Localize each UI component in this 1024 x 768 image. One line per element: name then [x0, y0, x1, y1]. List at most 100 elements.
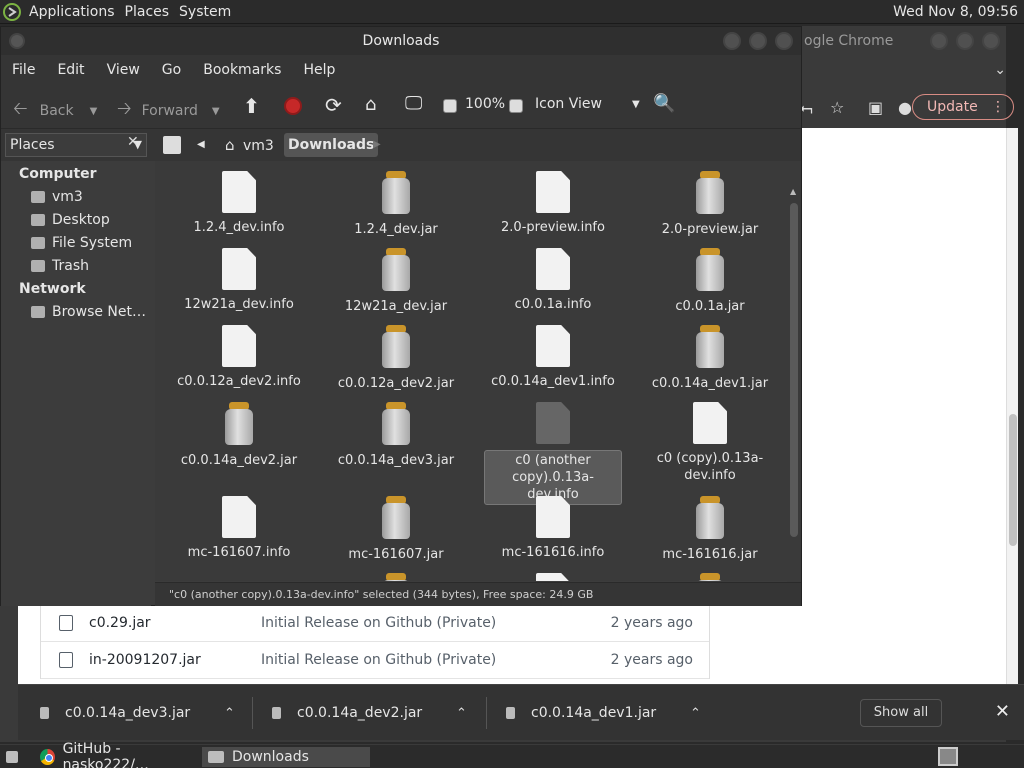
- jar-icon: [695, 573, 725, 581]
- sidebar-item-file-system[interactable]: File System: [31, 235, 132, 251]
- chevron-down-icon[interactable]: ▼: [212, 106, 220, 117]
- chevron-up-icon[interactable]: ⌃: [224, 706, 235, 721]
- show-desktop-icon[interactable]: [0, 747, 26, 767]
- up-button[interactable]: ⬆: [243, 94, 260, 118]
- sidebar-item-vm3[interactable]: vm3: [31, 189, 83, 205]
- path-back-arrow-icon[interactable]: ◀: [197, 133, 205, 157]
- file-item-partial[interactable]: [316, 573, 476, 581]
- stop-button[interactable]: [284, 97, 302, 115]
- file-grid-scrollbar[interactable]: ▲ ▼: [787, 187, 801, 605]
- commit-message-link[interactable]: Initial Release on Github (Private): [261, 652, 496, 668]
- window-menu-icon[interactable]: [9, 33, 25, 49]
- search-button[interactable]: 🔍: [653, 93, 675, 114]
- clock[interactable]: Wed Nov 8, 09:56: [893, 4, 1018, 20]
- bookmark-star-icon[interactable]: ☆: [830, 98, 844, 117]
- file-item-selected[interactable]: c0 (another copy).0.13a-dev.info: [473, 402, 633, 505]
- file-item[interactable]: 1.2.4_dev.info: [159, 171, 319, 236]
- close-icon[interactable]: ✕: [995, 701, 1010, 722]
- menu-help[interactable]: Help: [292, 62, 346, 78]
- minimize-icon[interactable]: [723, 32, 741, 50]
- file-item[interactable]: c0.0.12a_dev2.jar: [316, 325, 476, 392]
- file-manager-titlebar[interactable]: Downloads: [1, 27, 801, 55]
- table-row[interactable]: in-20091207.jar Initial Release on Githu…: [41, 642, 709, 679]
- file-item[interactable]: mc-161616.jar: [630, 496, 790, 563]
- profile-avatar-icon[interactable]: ●: [898, 98, 912, 117]
- computer-button[interactable]: 🖵: [405, 93, 422, 114]
- more-menu-icon[interactable]: ⋮: [991, 95, 1005, 119]
- chevron-up-icon[interactable]: ⌃: [456, 706, 467, 721]
- view-mode-select[interactable]: Icon View ▼: [535, 96, 640, 112]
- jar-icon: [381, 248, 411, 292]
- side-panel-icon[interactable]: ▣: [868, 98, 883, 117]
- update-button[interactable]: Update ⋮: [912, 94, 1014, 120]
- back-button[interactable]: 🡠 Back ▼: [13, 96, 97, 126]
- taskbar-item-downloads[interactable]: Downloads: [202, 747, 370, 767]
- download-item[interactable]: c0.0.14a_dev3.jar ⌃: [40, 685, 250, 741]
- edit-location-icon[interactable]: [163, 136, 181, 154]
- menu-edit[interactable]: Edit: [46, 62, 95, 78]
- home-button[interactable]: ⌂: [365, 94, 376, 115]
- breadcrumb-vm3[interactable]: ⌂ vm3: [225, 133, 274, 157]
- file-item[interactable]: 12w21a_dev.jar: [316, 248, 476, 315]
- zoom-out-button[interactable]: [443, 99, 461, 113]
- scroll-thumb[interactable]: [790, 203, 798, 537]
- file-item[interactable]: c0.0.14a_dev1.info: [473, 325, 633, 390]
- minimize-icon[interactable]: [930, 32, 948, 50]
- system-menu[interactable]: System: [174, 4, 236, 20]
- maximize-icon[interactable]: [956, 32, 974, 50]
- file-name-link[interactable]: in-20091207.jar: [89, 652, 261, 668]
- close-icon[interactable]: [775, 32, 793, 50]
- file-item[interactable]: c0.0.14a_dev2.jar: [159, 402, 319, 469]
- reload-button[interactable]: ⟳: [325, 93, 342, 117]
- scroll-up-icon[interactable]: ▲: [790, 187, 796, 196]
- maximize-icon[interactable]: [749, 32, 767, 50]
- chevron-up-icon[interactable]: ⌃: [690, 706, 701, 721]
- taskbar-item-label: GitHub - nasko222/…: [62, 741, 149, 768]
- file-item-partial[interactable]: [473, 573, 633, 581]
- path-forward-arrow-icon[interactable]: ▶: [373, 133, 381, 157]
- file-item-partial[interactable]: [630, 573, 790, 581]
- menu-view[interactable]: View: [96, 62, 151, 78]
- file-item[interactable]: 1.2.4_dev.jar: [316, 171, 476, 238]
- mate-logo-icon[interactable]: [0, 0, 24, 24]
- sidebar-item-browse-network[interactable]: Browse Net…: [31, 304, 146, 320]
- file-item[interactable]: c0.0.14a_dev3.jar: [316, 402, 476, 469]
- places-menu[interactable]: Places: [120, 4, 175, 20]
- menu-bookmarks[interactable]: Bookmarks: [192, 62, 292, 78]
- chrome-scrollbar[interactable]: [1006, 128, 1018, 684]
- menu-file[interactable]: File: [1, 62, 46, 78]
- sidebar-type-select[interactable]: Places ▼: [5, 133, 147, 157]
- sidebar-item-trash[interactable]: Trash: [31, 258, 89, 274]
- commit-message-link[interactable]: Initial Release on Github (Private): [261, 615, 496, 631]
- forward-button[interactable]: 🡢 Forward ▼: [117, 96, 220, 126]
- file-item[interactable]: mc-161607.jar: [316, 496, 476, 563]
- file-name-link[interactable]: c0.29.jar: [89, 615, 261, 631]
- chrome-scroll-thumb[interactable]: [1009, 414, 1017, 546]
- file-item[interactable]: c0.0.12a_dev2.info: [159, 325, 319, 390]
- applications-menu[interactable]: Applications: [24, 4, 120, 20]
- tab-search-chevron-icon[interactable]: ⌄: [994, 62, 1006, 78]
- sidebar-item-desktop[interactable]: Desktop: [31, 212, 110, 228]
- file-item[interactable]: 2.0-preview.jar: [630, 171, 790, 238]
- file-item[interactable]: mc-161616.info: [473, 496, 633, 561]
- file-item[interactable]: 2.0-preview.info: [473, 171, 633, 236]
- download-item[interactable]: c0.0.14a_dev1.jar ⌃: [506, 685, 716, 741]
- taskbar-item-chrome[interactable]: GitHub - nasko222/…: [34, 741, 198, 768]
- close-sidebar-icon[interactable]: ✕: [127, 134, 139, 150]
- workspace-switcher-icon[interactable]: [938, 747, 958, 766]
- menu-go[interactable]: Go: [151, 62, 192, 78]
- chevron-down-icon[interactable]: ▼: [90, 106, 98, 117]
- table-row[interactable]: c0.29.jar Initial Release on Github (Pri…: [41, 605, 709, 642]
- close-icon[interactable]: [982, 32, 1000, 50]
- file-item[interactable]: c0.0.14a_dev1.jar: [630, 325, 790, 392]
- file-item[interactable]: 12w21a_dev.info: [159, 248, 319, 313]
- download-item[interactable]: c0.0.14a_dev2.jar ⌃: [272, 685, 482, 741]
- show-all-button[interactable]: Show all: [860, 699, 942, 727]
- zoom-level[interactable]: 100%: [465, 96, 505, 112]
- zoom-in-button[interactable]: [509, 99, 527, 113]
- file-item[interactable]: c0.0.1a.jar: [630, 248, 790, 315]
- breadcrumb-downloads[interactable]: Downloads: [284, 133, 379, 157]
- file-item[interactable]: c0 (copy).0.13a-dev.info: [630, 402, 790, 484]
- file-item[interactable]: c0.0.1a.info: [473, 248, 633, 313]
- file-item[interactable]: mc-161607.info: [159, 496, 319, 561]
